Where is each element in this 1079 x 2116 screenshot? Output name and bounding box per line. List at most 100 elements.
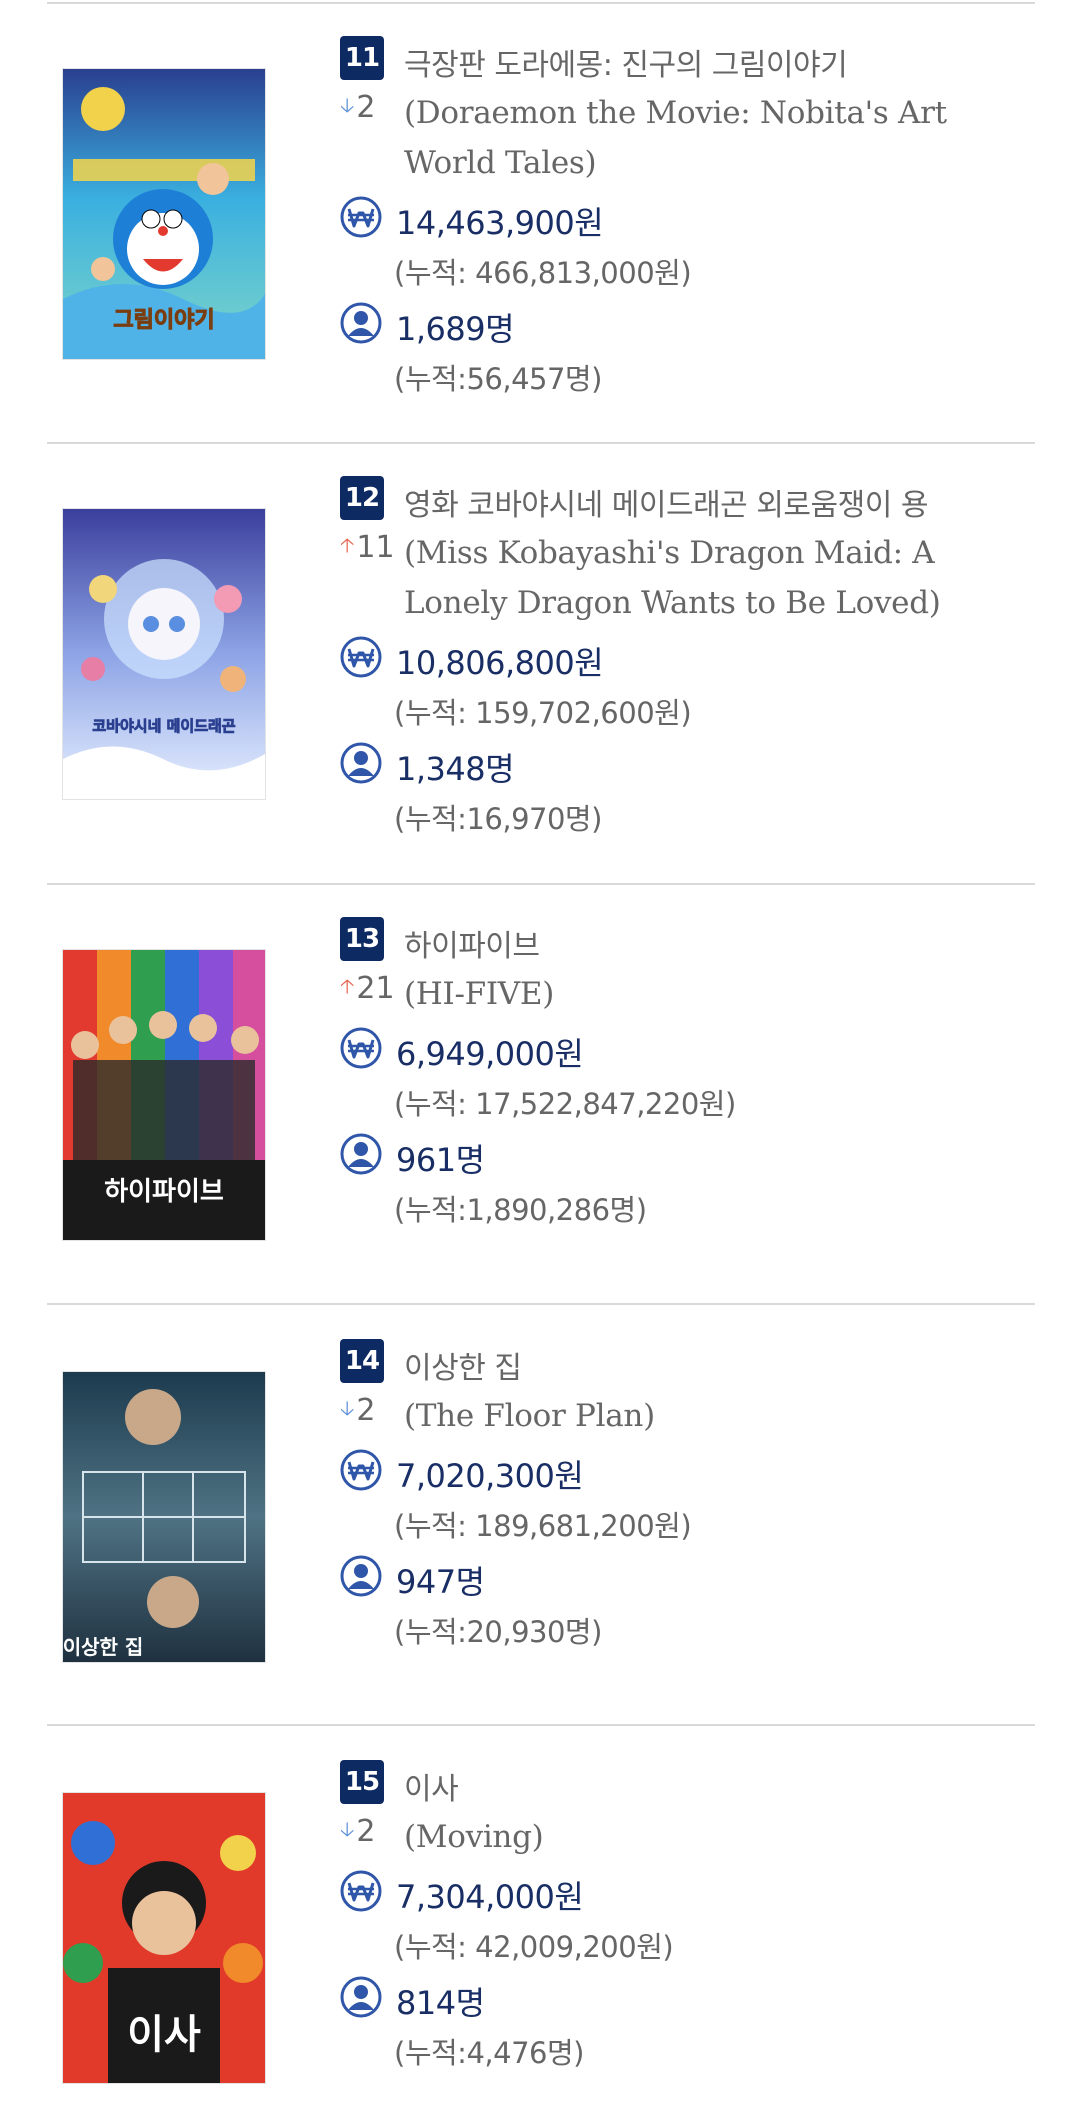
- subtitle-row: 🡣2 (Moving): [340, 1812, 1040, 1862]
- audience-row: 947명: [340, 1555, 1040, 1603]
- rank-change-value: 11: [356, 530, 395, 565]
- cumulative-revenue: (누적: 189,681,200원): [394, 1509, 692, 1543]
- rank-change: 🡣2: [340, 90, 400, 125]
- movie-title-english: (The Floor Plan): [404, 1398, 655, 1434]
- rank-badge: 15: [340, 1760, 384, 1804]
- divider: [47, 883, 1035, 885]
- cumulative-audience: (누적:20,930명): [394, 1615, 602, 1649]
- title-row: 15 이사: [340, 1760, 1040, 1808]
- movie-info: 15 이사 🡣2 (Moving) 7,304,000원 (누적: 42,009…: [340, 1760, 1040, 2074]
- cumulative-audience: (누적:4,476명): [394, 2036, 584, 2070]
- arrow-down-icon: 🡣: [340, 93, 355, 117]
- poster-title-text: 이사: [127, 2012, 201, 2058]
- revenue-row: 10,806,800원: [340, 636, 1040, 684]
- won-coin-icon: [340, 196, 382, 238]
- movie-title-korean[interactable]: 이상한 집: [404, 1343, 522, 1387]
- movie-title-korean[interactable]: 이사: [404, 1764, 459, 1808]
- won-coin-icon: [340, 1449, 382, 1491]
- cumulative-revenue: (누적: 159,702,600원): [394, 696, 692, 730]
- person-icon: [340, 302, 382, 344]
- audience-row: 814명: [340, 1976, 1040, 2024]
- cumulative-audience: (누적:16,970명): [394, 802, 602, 836]
- box-office-list: 그림이야기 11 극장판 도라에몽: 진구의 그림이야기 🡣2 (Doraemo…: [0, 0, 1079, 2116]
- won-coin-icon: [340, 636, 382, 678]
- movie-info: 13 하이파이브 🡡21 (HI-FIVE) 6,949,000원 (누적: 1…: [340, 917, 1040, 1231]
- rank-change-value: 2: [356, 1814, 376, 1849]
- divider: [47, 442, 1035, 444]
- title-row: 14 이상한 집: [340, 1339, 1040, 1387]
- revenue-row: 7,304,000원: [340, 1870, 1040, 1918]
- movie-title-korean[interactable]: 영화 코바야시네 메이드래곤 외로움쟁이 용: [404, 480, 928, 524]
- cumulative-revenue: (누적: 42,009,200원): [394, 1930, 674, 1964]
- daily-revenue: 10,806,800원: [396, 644, 604, 682]
- person-icon: [340, 742, 382, 784]
- arrow-up-icon: 🡡: [340, 533, 355, 557]
- person-icon: [340, 1976, 382, 2018]
- audience-total-row: (누적:20,930명): [340, 1603, 1040, 1653]
- subtitle-row: 🡣2 (The Floor Plan): [340, 1391, 1040, 1441]
- daily-revenue: 14,463,900원: [396, 204, 604, 242]
- movie-info: 11 극장판 도라에몽: 진구의 그림이야기 🡣2 (Doraemon the …: [340, 36, 1040, 400]
- divider: [47, 1303, 1035, 1305]
- divider: [47, 1724, 1035, 1726]
- rank-badge: 14: [340, 1339, 384, 1383]
- rank-badge: 11: [340, 36, 384, 80]
- movie-title-korean[interactable]: 극장판 도라에몽: 진구의 그림이야기: [404, 40, 848, 84]
- person-icon: [340, 1133, 382, 1175]
- rank-badge: 13: [340, 917, 384, 961]
- rank-badge: 12: [340, 476, 384, 520]
- movie-poster[interactable]: 이상한 집: [62, 1371, 266, 1663]
- audience-row: 961명: [340, 1133, 1040, 1181]
- rank-change-value: 21: [356, 971, 395, 1006]
- movie-poster[interactable]: 이사: [62, 1792, 266, 2084]
- audience-row: 1,689명: [340, 302, 1040, 350]
- movie-title-english: (Miss Kobayashi's Dragon Maid: A Lonely …: [404, 535, 941, 621]
- daily-revenue: 7,304,000원: [396, 1878, 584, 1916]
- revenue-total-row: (누적: 159,702,600원): [340, 684, 1040, 734]
- revenue-row: 7,020,300원: [340, 1449, 1040, 1497]
- cumulative-audience: (누적:56,457명): [394, 362, 602, 396]
- title-row: 13 하이파이브: [340, 917, 1040, 965]
- arrow-down-icon: 🡣: [340, 1817, 355, 1841]
- rank-change: 🡡11: [340, 530, 400, 565]
- audience-total-row: (누적:1,890,286명): [340, 1181, 1040, 1231]
- arrow-up-icon: 🡡: [340, 974, 355, 998]
- title-row: 11 극장판 도라에몽: 진구의 그림이야기: [340, 36, 1040, 84]
- movie-info: 14 이상한 집 🡣2 (The Floor Plan) 7,020,300원: [340, 1339, 1040, 1653]
- daily-revenue: 7,020,300원: [396, 1457, 584, 1495]
- revenue-total-row: (누적: 17,522,847,220원): [340, 1075, 1040, 1125]
- rank-change: 🡡21: [340, 971, 400, 1006]
- subtitle-row: 🡣2 (Doraemon the Movie: Nobita's Art Wor…: [340, 88, 1040, 188]
- movie-poster[interactable]: 코바야시네 메이드래곤: [62, 508, 266, 800]
- daily-revenue: 6,949,000원: [396, 1035, 584, 1073]
- won-coin-icon: [340, 1027, 382, 1069]
- movie-title-korean[interactable]: 하이파이브: [404, 921, 540, 965]
- movie-poster[interactable]: 그림이야기: [62, 68, 266, 360]
- revenue-total-row: (누적: 466,813,000원): [340, 244, 1040, 294]
- cumulative-audience: (누적:1,890,286명): [394, 1193, 647, 1227]
- rank-change: 🡣2: [340, 1814, 400, 1849]
- poster-title-text: 그림이야기: [113, 308, 214, 333]
- revenue-row: 14,463,900원: [340, 196, 1040, 244]
- daily-audience: 1,348명: [396, 750, 515, 788]
- audience-total-row: (누적:56,457명): [340, 350, 1040, 400]
- revenue-row: 6,949,000원: [340, 1027, 1040, 1075]
- audience-total-row: (누적:16,970명): [340, 790, 1040, 840]
- movie-title-english: (HI-FIVE): [404, 976, 555, 1012]
- movie-poster[interactable]: 하이파이브: [62, 949, 266, 1241]
- audience-row: 1,348명: [340, 742, 1040, 790]
- divider: [47, 2, 1035, 4]
- won-coin-icon: [340, 1870, 382, 1912]
- revenue-total-row: (누적: 42,009,200원): [340, 1918, 1040, 1968]
- arrow-down-icon: 🡣: [340, 1396, 355, 1420]
- daily-audience: 961명: [396, 1141, 485, 1179]
- daily-audience: 1,689명: [396, 310, 515, 348]
- movie-title-english: (Moving): [404, 1819, 544, 1855]
- audience-total-row: (누적:4,476명): [340, 2024, 1040, 2074]
- daily-audience: 814명: [396, 1984, 485, 2022]
- person-icon: [340, 1555, 382, 1597]
- daily-audience: 947명: [396, 1563, 485, 1601]
- rank-change-value: 2: [356, 90, 376, 125]
- subtitle-row: 🡡21 (HI-FIVE): [340, 969, 1040, 1019]
- rank-change: 🡣2: [340, 1393, 400, 1428]
